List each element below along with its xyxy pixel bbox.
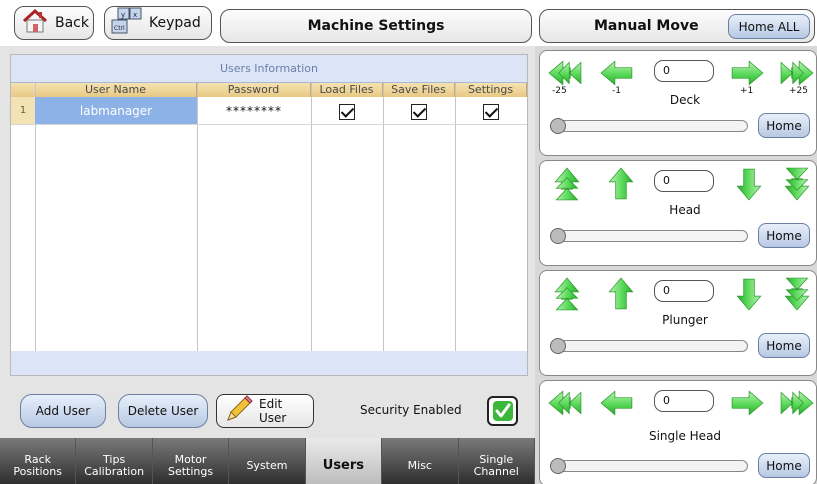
plunger-slider[interactable]: [550, 338, 748, 354]
house-icon: [21, 8, 49, 38]
keypad-label: Keypad: [149, 15, 201, 31]
machine-settings-title: Machine Settings: [220, 9, 532, 43]
column-header-settings[interactable]: Settings: [455, 83, 527, 97]
table-caption: Users Information: [11, 55, 527, 83]
arrow-up-icon[interactable]: [608, 167, 634, 201]
arrow-right-icon[interactable]: [730, 60, 764, 86]
slider-knob[interactable]: [550, 228, 566, 244]
slider-knob[interactable]: [550, 458, 566, 474]
load-files-checkbox[interactable]: [339, 103, 355, 120]
head-slider[interactable]: [550, 228, 748, 244]
add-user-button[interactable]: Add User: [20, 394, 106, 428]
table-cell-load-files[interactable]: [311, 97, 383, 125]
single-head-position-input[interactable]: 0: [654, 390, 714, 412]
step-label-minus-1: -1: [612, 86, 621, 96]
arrow-up-double-icon[interactable]: [554, 167, 580, 201]
table-cell-password[interactable]: ********: [197, 97, 311, 125]
column-header-load-files[interactable]: Load Files: [311, 83, 383, 97]
tab-motor-settings[interactable]: Motor Settings: [153, 438, 230, 484]
arrow-right-double-icon[interactable]: [780, 60, 814, 86]
arrow-left-double-icon[interactable]: [548, 60, 582, 86]
security-enabled-label: Security Enabled: [360, 403, 462, 417]
back-button[interactable]: Back: [14, 6, 94, 40]
plunger-label: Plunger: [662, 313, 708, 327]
step-label-minus-25: -25: [552, 86, 567, 96]
arrow-left-icon[interactable]: [600, 390, 634, 416]
arrow-down-icon[interactable]: [736, 277, 762, 311]
tab-rack-positions[interactable]: Rack Positions: [0, 438, 77, 484]
tab-bar: Rack Positions Tips Calibration Motor Se…: [0, 438, 535, 484]
svg-text:Ctrl: Ctrl: [114, 25, 125, 32]
arrow-up-double-icon[interactable]: [554, 277, 580, 311]
arrow-left-icon[interactable]: [600, 60, 634, 86]
single-head-slider[interactable]: [550, 458, 748, 474]
slider-knob[interactable]: [550, 118, 566, 134]
step-label-plus-25: +25: [789, 86, 808, 96]
step-label-plus-1: +1: [740, 86, 754, 96]
single-head-axis-card: 0 Single Head Home: [539, 380, 817, 484]
arrow-left-double-icon[interactable]: [548, 390, 582, 416]
column-header-password[interactable]: Password: [197, 83, 311, 97]
column-header-user-name[interactable]: User Name: [35, 83, 197, 97]
tab-system[interactable]: System: [229, 438, 306, 484]
edit-user-button[interactable]: Edit User: [216, 394, 314, 428]
svg-text:y: y: [121, 11, 125, 19]
deck-slider[interactable]: [550, 118, 748, 134]
row-number: 1: [11, 97, 35, 125]
single-head-label: Single Head: [648, 429, 722, 443]
back-label: Back: [55, 15, 89, 31]
keypad-button[interactable]: y x Ctrl Keypad: [104, 6, 212, 40]
save-files-checkbox[interactable]: [411, 103, 427, 120]
keypad-icon: y x Ctrl: [111, 7, 143, 39]
manual-move-title: Manual Move: [594, 18, 699, 34]
tab-single-channel[interactable]: Single Channel: [459, 438, 535, 484]
head-label: Head: [669, 203, 701, 217]
arrow-down-double-icon[interactable]: [784, 277, 810, 311]
deck-position-input[interactable]: 0: [654, 60, 714, 82]
table-footer: [11, 351, 527, 375]
column-header-save-files[interactable]: Save Files: [383, 83, 455, 97]
arrow-right-double-icon[interactable]: [780, 390, 814, 416]
arrow-up-icon[interactable]: [608, 277, 634, 311]
tab-users[interactable]: Users: [305, 438, 383, 484]
tab-misc[interactable]: Misc: [382, 438, 459, 484]
head-home-button[interactable]: Home: [758, 223, 810, 248]
pencil-icon: [223, 394, 253, 428]
head-position-input[interactable]: 0: [654, 170, 714, 192]
plunger-axis-card: 0 Plunger Home: [539, 270, 817, 376]
slider-knob[interactable]: [550, 338, 566, 354]
head-axis-card: 0 Head Home: [539, 160, 817, 266]
arrow-right-icon[interactable]: [730, 390, 764, 416]
checkmark-icon: [492, 401, 513, 421]
deck-label: Deck: [669, 93, 701, 107]
users-table: Users Information User Name Password Loa…: [10, 54, 528, 376]
table-cell-user-name[interactable]: labmanager: [35, 97, 197, 125]
security-enabled-checkbox[interactable]: [487, 396, 518, 426]
deck-axis-card: 0 -25 -1 +1 +25 Deck Home: [539, 50, 817, 156]
delete-user-button[interactable]: Delete User: [118, 394, 208, 428]
table-cell-settings[interactable]: [455, 97, 527, 125]
svg-text:x: x: [133, 11, 137, 19]
plunger-position-input[interactable]: 0: [654, 280, 714, 302]
row-number-header: [11, 83, 35, 97]
settings-checkbox[interactable]: [483, 103, 499, 120]
tab-tips-calibration[interactable]: Tips Calibration: [76, 438, 153, 484]
arrow-down-icon[interactable]: [736, 167, 762, 201]
arrow-down-double-icon[interactable]: [784, 167, 810, 201]
deck-home-button[interactable]: Home: [758, 113, 810, 138]
table-cell-save-files[interactable]: [383, 97, 455, 125]
plunger-home-button[interactable]: Home: [758, 333, 810, 358]
home-all-button[interactable]: Home ALL: [728, 14, 810, 39]
single-head-home-button[interactable]: Home: [758, 453, 810, 478]
